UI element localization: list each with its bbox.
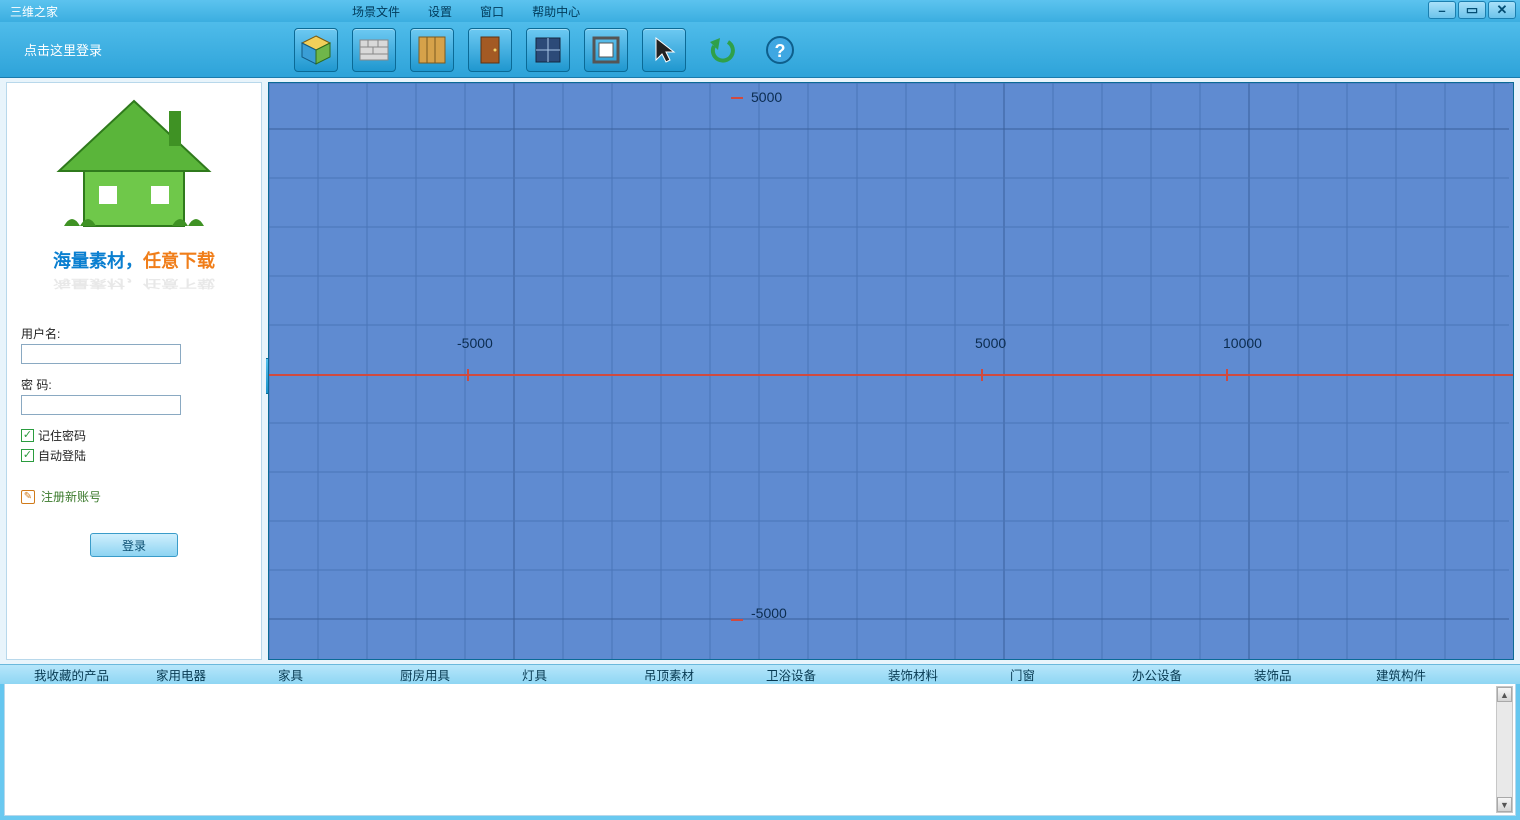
- x-axis: [269, 374, 1513, 376]
- tool-window[interactable]: [526, 28, 570, 72]
- menu-window[interactable]: 窗口: [466, 3, 518, 20]
- autologin-label: 自动登陆: [38, 447, 86, 464]
- frame-icon: [590, 34, 622, 66]
- cursor-icon: [648, 34, 680, 66]
- help-icon: ?: [764, 34, 796, 66]
- cat-doors-windows[interactable]: 门窗: [1010, 665, 1132, 684]
- remember-label: 记住密码: [38, 427, 86, 444]
- tick: [731, 97, 743, 99]
- door-icon: [474, 34, 506, 66]
- username-input[interactable]: [21, 344, 181, 364]
- tick: [731, 619, 743, 621]
- tick: [467, 369, 469, 381]
- scrollbar[interactable]: ▲ ▼: [1496, 686, 1513, 813]
- menu-bar: 场景文件 设置 窗口 帮助中心: [338, 3, 594, 20]
- cat-appliances[interactable]: 家用电器: [156, 665, 278, 684]
- menu-settings[interactable]: 设置: [414, 3, 466, 20]
- scroll-down-button[interactable]: ▼: [1497, 797, 1512, 812]
- cat-architecture[interactable]: 建筑构件: [1376, 665, 1498, 684]
- close-button[interactable]: ✕: [1488, 1, 1516, 19]
- sidebar: 海量素材，任意下载 海量素材，任意下载 用户名: 密 码: ✓ 记住密码 ✓ 自…: [6, 82, 262, 660]
- axis-label-y-neg: -5000: [751, 605, 787, 621]
- password-label: 密 码:: [21, 376, 247, 393]
- tool-door[interactable]: [468, 28, 512, 72]
- login-form: 用户名: 密 码: ✓ 记住密码 ✓ 自动登陆 ✎ 注册新账号 登录: [15, 325, 253, 557]
- tagline-part1: 海量素材，: [53, 251, 143, 271]
- login-button[interactable]: 登录: [90, 533, 178, 557]
- tool-cursor[interactable]: [642, 28, 686, 72]
- register-icon: ✎: [21, 490, 35, 504]
- tick: [981, 369, 983, 381]
- minimize-button[interactable]: –: [1428, 1, 1456, 19]
- main-area: 海量素材，任意下载 海量素材，任意下载 用户名: 密 码: ✓ 记住密码 ✓ 自…: [0, 78, 1520, 664]
- bottom-panel: ▲ ▼: [4, 684, 1516, 816]
- axis-label-x-neg: -5000: [457, 335, 493, 351]
- tool-wall[interactable]: [352, 28, 396, 72]
- header: 点击这里登录: [0, 22, 1520, 78]
- login-hint[interactable]: 点击这里登录: [24, 40, 294, 59]
- design-canvas[interactable]: 5000 -5000 -5000 5000 10000: [268, 82, 1514, 660]
- username-label: 用户名:: [21, 325, 247, 342]
- menu-help[interactable]: 帮助中心: [518, 3, 594, 20]
- cat-favorites[interactable]: 我收藏的产品: [34, 665, 156, 684]
- scroll-up-button[interactable]: ▲: [1497, 687, 1512, 702]
- tool-help[interactable]: ?: [758, 28, 802, 72]
- cat-lighting[interactable]: 灯具: [522, 665, 644, 684]
- tool-3d-cube[interactable]: [294, 28, 338, 72]
- undo-icon: [706, 34, 738, 66]
- tagline-reflection: 海量素材，任意下载: [15, 276, 253, 292]
- cat-furniture[interactable]: 家具: [278, 665, 400, 684]
- tick: [1226, 369, 1228, 381]
- category-bar: 我收藏的产品 家用电器 家具 厨房用具 灯具 吊顶素材 卫浴设备 装饰材料 门窗…: [0, 664, 1520, 684]
- cat-ceiling[interactable]: 吊顶素材: [644, 665, 766, 684]
- tool-frame[interactable]: [584, 28, 628, 72]
- register-link[interactable]: 注册新账号: [41, 488, 101, 505]
- menu-scene-file[interactable]: 场景文件: [338, 3, 414, 20]
- tagline-part2: 任意下载: [143, 251, 215, 271]
- window-buttons: – ▭ ✕: [1428, 1, 1516, 19]
- house-illustration: [15, 91, 253, 241]
- app-title: 三维之家: [4, 3, 58, 20]
- tagline: 海量素材，任意下载: [15, 247, 253, 273]
- wall-icon: [358, 34, 390, 66]
- cube-icon: [300, 34, 332, 66]
- window-icon: [532, 34, 564, 66]
- svg-text:?: ?: [775, 41, 786, 61]
- remember-checkbox[interactable]: ✓: [21, 429, 34, 442]
- cat-bathroom[interactable]: 卫浴设备: [766, 665, 888, 684]
- toolbar: ?: [294, 28, 802, 72]
- axis-label-x-pos2: 10000: [1223, 335, 1262, 351]
- maximize-button[interactable]: ▭: [1458, 1, 1486, 19]
- tool-undo[interactable]: [700, 28, 744, 72]
- tool-floor[interactable]: [410, 28, 454, 72]
- floor-icon: [416, 34, 448, 66]
- password-input[interactable]: [21, 395, 181, 415]
- axis-label-x-pos: 5000: [975, 335, 1006, 351]
- house-icon: [34, 91, 234, 241]
- cat-kitchen[interactable]: 厨房用具: [400, 665, 522, 684]
- autologin-checkbox[interactable]: ✓: [21, 449, 34, 462]
- axis-label-y-pos: 5000: [751, 89, 782, 105]
- grid-lines: [269, 83, 1513, 659]
- cat-decor-material[interactable]: 装饰材料: [888, 665, 1010, 684]
- cat-ornaments[interactable]: 装饰品: [1254, 665, 1376, 684]
- cat-office[interactable]: 办公设备: [1132, 665, 1254, 684]
- titlebar: 三维之家 场景文件 设置 窗口 帮助中心 – ▭ ✕: [0, 0, 1520, 22]
